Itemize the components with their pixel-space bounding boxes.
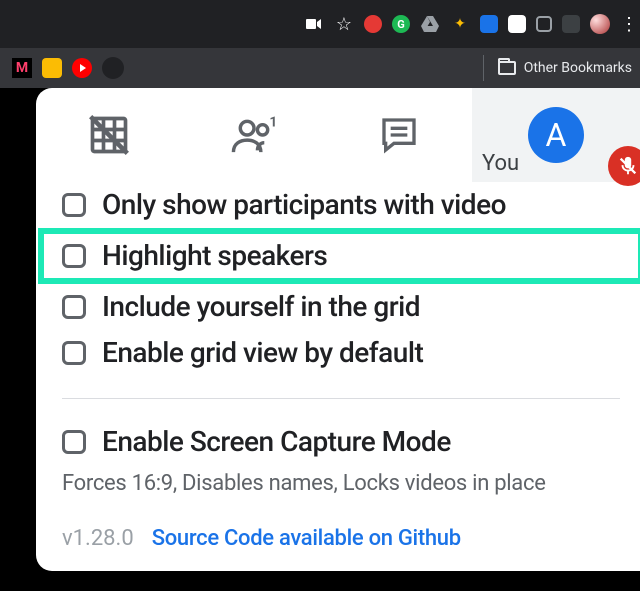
folder-icon (498, 61, 516, 75)
camera-icon[interactable] (304, 14, 324, 34)
avatar-initial: A (546, 116, 567, 154)
option-only-video[interactable]: Only show participants with video (62, 182, 620, 228)
bookmark-icon[interactable]: M (12, 58, 32, 78)
star-icon[interactable]: ☆ (334, 14, 354, 34)
other-bookmarks[interactable]: Other Bookmarks (483, 55, 632, 81)
other-bookmarks-label: Other Bookmarks (524, 60, 632, 76)
self-label: You (482, 151, 519, 176)
version-label: v1.28.0 (62, 526, 134, 551)
extension-icon[interactable] (536, 16, 552, 32)
extension-icon[interactable]: ✦ (450, 14, 470, 34)
option-label: Only show participants with video (102, 191, 506, 219)
option-label: Enable grid view by default (102, 339, 423, 367)
divider (62, 398, 620, 399)
option-label: Enable Screen Capture Mode (102, 428, 451, 456)
option-include-self[interactable]: Include yourself in the grid (62, 284, 620, 330)
settings-panel: 1 A You (36, 88, 640, 571)
mic-muted-icon[interactable] (608, 146, 640, 186)
highlight-annotation: Highlight speakers (38, 228, 640, 284)
bookmark-icon[interactable] (72, 58, 92, 78)
checkbox[interactable] (62, 341, 86, 365)
extension-icon[interactable] (364, 15, 382, 33)
option-screen-capture[interactable]: Enable Screen Capture Mode (62, 419, 620, 465)
bookmark-icon[interactable] (42, 58, 62, 78)
source-code-link[interactable]: Source Code available on Github (152, 526, 461, 551)
extension-icon[interactable]: G (392, 15, 410, 33)
extension-icon[interactable] (480, 15, 498, 33)
option-highlight-speakers[interactable]: Highlight speakers (62, 242, 620, 270)
bookmarks-bar: M Other Bookmarks (0, 48, 640, 88)
checkbox[interactable] (62, 430, 86, 454)
chrome-toolbar: ☆ G ✦ ⋮ (0, 0, 640, 48)
option-hint: Forces 16:9, Disables names, Locks video… (62, 471, 620, 496)
option-label: Highlight speakers (102, 242, 327, 270)
extension-icon[interactable] (508, 15, 526, 33)
option-enable-default[interactable]: Enable grid view by default (62, 330, 620, 376)
checkbox[interactable] (62, 295, 86, 319)
drive-icon[interactable] (420, 14, 440, 34)
svg-text:1: 1 (269, 114, 277, 130)
checkbox[interactable] (62, 244, 86, 268)
checkbox[interactable] (62, 193, 86, 217)
avatar: A (528, 107, 584, 163)
tab-chat[interactable] (327, 88, 472, 182)
extension-icon[interactable] (562, 15, 580, 33)
tab-grid-off[interactable] (36, 88, 181, 182)
self-video-tile[interactable]: A You (472, 88, 640, 182)
bookmark-icon[interactable] (102, 57, 124, 79)
tab-strip: 1 A You (36, 88, 640, 182)
tab-participants[interactable]: 1 (181, 88, 326, 182)
option-label: Include yourself in the grid (102, 293, 420, 321)
chrome-menu-icon[interactable]: ⋮ (620, 14, 632, 35)
profile-avatar-icon[interactable] (590, 14, 610, 34)
